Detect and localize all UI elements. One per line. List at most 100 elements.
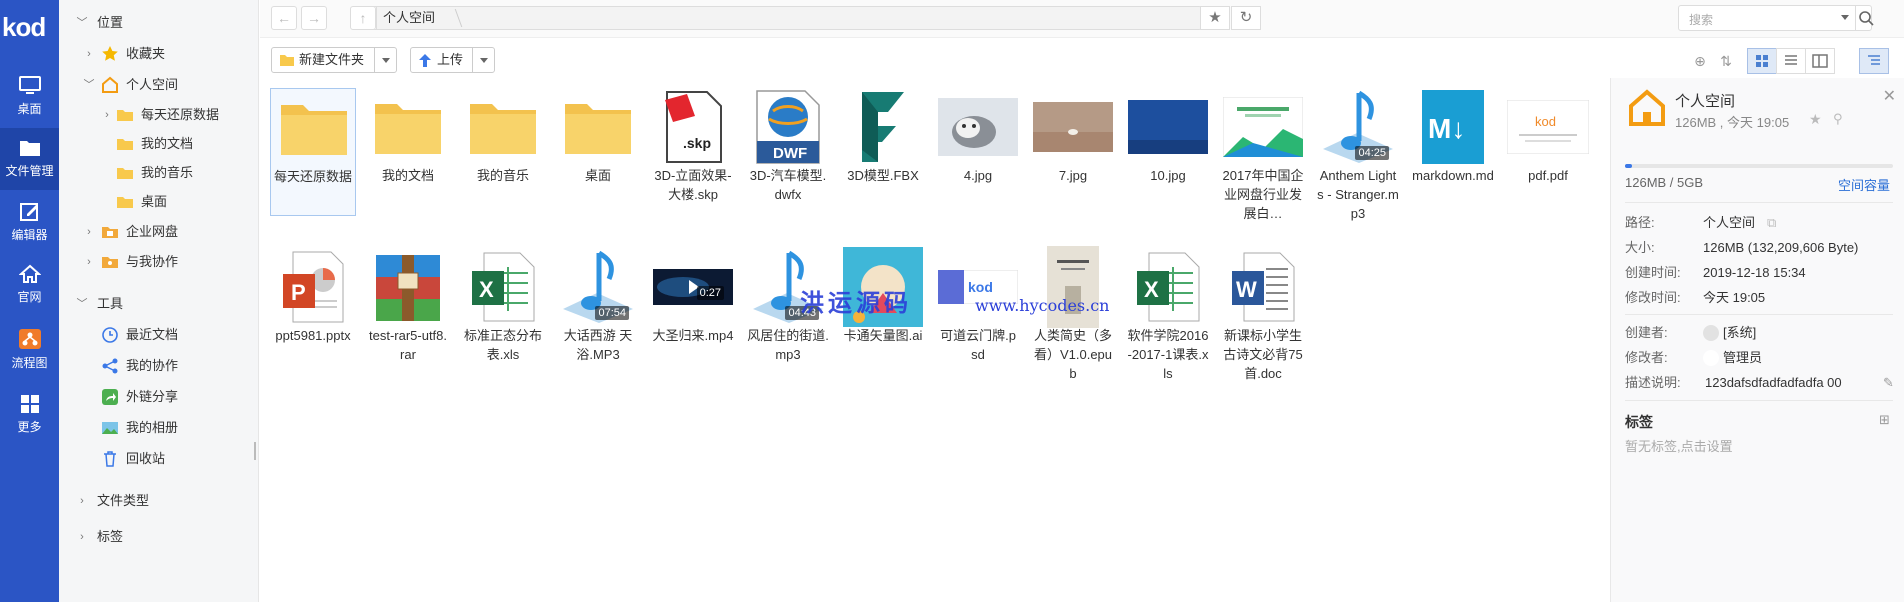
file-item[interactable]: 07:54 大话西游 天浴.MP3 (555, 248, 641, 364)
search-icon[interactable] (1855, 6, 1875, 30)
file-item[interactable]: 7.jpg (1030, 88, 1116, 185)
new-folder-button[interactable]: 新建文件夹 (271, 47, 397, 73)
home-icon (1629, 89, 1665, 126)
close-icon[interactable]: ✕ (1883, 86, 1896, 106)
file-item[interactable]: W 新课标小学生古诗文必背75首.doc (1220, 248, 1306, 383)
sketchup-file-icon: .skp (665, 91, 722, 163)
tree-item-favorites[interactable]: › 收藏夹 (59, 42, 259, 66)
list-view-button[interactable] (1776, 48, 1806, 74)
file-item[interactable]: P ppt5981.pptx (270, 248, 356, 345)
file-item[interactable]: 4.jpg (935, 88, 1021, 185)
tree-item-enterprise[interactable]: › 企业网盘 (59, 220, 259, 244)
sidebar-resize-handle[interactable] (254, 442, 256, 460)
file-item[interactable]: 10.jpg (1125, 88, 1211, 185)
tree-item-external-share[interactable]: 外链分享 (59, 385, 259, 409)
toggle-info-panel-button[interactable] (1859, 48, 1889, 74)
tree-item-my-music[interactable]: 我的音乐 (59, 161, 259, 185)
file-item[interactable]: X 标准正态分布表.xls (460, 248, 546, 364)
refresh-icon[interactable]: ↻ (1231, 6, 1261, 30)
file-name: 标准正态分布表.xls (463, 328, 542, 362)
zoom-icon[interactable]: ⊕ (1690, 51, 1710, 71)
sort-icon[interactable]: ⇅ (1716, 51, 1736, 71)
icon-view-button[interactable] (1747, 48, 1777, 74)
edit-icon[interactable]: ✎ (1883, 374, 1894, 392)
rail-item-file-manager[interactable]: 文件管理 (0, 128, 59, 190)
breadcrumb[interactable]: 个人空间 (352, 6, 1202, 30)
file-item[interactable]: 人类简史（多看）V1.0.epub (1030, 246, 1116, 383)
chevron-down-icon[interactable] (472, 48, 494, 72)
tree-item-recycle[interactable]: 回收站 (59, 447, 259, 471)
tree-label: 桌面 (141, 194, 168, 209)
file-item[interactable]: M↓ markdown.md (1410, 88, 1496, 185)
file-item[interactable]: DWF 3D-汽车模型.dwfx (745, 88, 831, 204)
tree-section-location[interactable]: ﹀ 位置 (59, 11, 259, 35)
list-view-icon (1785, 55, 1797, 65)
clock-icon (102, 327, 118, 343)
chevron-right-icon: › (87, 226, 91, 238)
file-item[interactable]: test-rar5-utf8.rar (365, 248, 451, 364)
file-name: pdf.pdf (1528, 168, 1568, 183)
back-button[interactable]: ← (271, 6, 297, 30)
avatar (1703, 325, 1719, 341)
tree-item-desktop[interactable]: 桌面 (59, 190, 259, 214)
tree-item-my-collab[interactable]: 我的协作 (59, 354, 259, 378)
tags-empty-hint[interactable]: 暂无标签,点击设置 (1625, 436, 1733, 455)
file-item[interactable]: 0:27 大圣归来.mp4 (650, 248, 736, 345)
file-item[interactable]: 每天还原数据 (270, 88, 356, 216)
duration-badge: 07:54 (595, 306, 629, 320)
tree-section-file-types[interactable]: › 文件类型 (59, 489, 259, 513)
tree-label: 工具 (97, 296, 124, 311)
svg-text:X: X (1144, 277, 1159, 302)
file-item[interactable]: 我的音乐 (460, 88, 546, 185)
file-item[interactable]: 04:25 Anthem Lights - Stranger.mp3 (1315, 88, 1401, 223)
tree-item-my-docs[interactable]: 我的文档 (59, 132, 259, 156)
pin-icon[interactable]: ⚲ (1833, 111, 1843, 127)
up-button[interactable]: ↑ (350, 6, 376, 30)
tree-item-collab[interactable]: › 与我协作 (59, 250, 259, 274)
file-item[interactable]: .skp 3D-立面效果-大楼.skp (650, 88, 736, 204)
tree-label: 与我协作 (126, 254, 179, 269)
star-icon[interactable]: ★ (1200, 6, 1230, 30)
rail-item-website[interactable]: 官网 (0, 254, 59, 316)
image-thumbnail (1128, 100, 1208, 154)
kv-value[interactable]: 123dafsdfadfadfadfa 00 (1705, 374, 1842, 392)
tree-section-tags[interactable]: › 标签 (59, 525, 259, 549)
chevron-down-icon[interactable] (1841, 15, 1849, 20)
search-box[interactable]: 搜索 (1678, 5, 1875, 31)
tree-section-tools[interactable]: ﹀ 工具 (59, 292, 259, 316)
kv-key: 创建时间: (1625, 265, 1681, 280)
tree-label: 回收站 (126, 451, 166, 466)
add-tag-icon[interactable]: ⊞ (1879, 412, 1890, 428)
file-name: 7.jpg (1058, 168, 1088, 183)
file-name: 大圣归来.mp4 (652, 328, 734, 343)
breadcrumb-item[interactable]: 个人空间 (383, 7, 435, 29)
rail-item-flowchart[interactable]: 流程图 (0, 318, 59, 380)
tree-item-album[interactable]: 我的相册 (59, 416, 259, 440)
copy-icon[interactable]: ⧉ (1767, 214, 1776, 232)
tree-item-personal[interactable]: ﹀ 个人空间 (59, 73, 259, 97)
file-name: Anthem Lights - Stranger.mp3 (1317, 168, 1399, 221)
forward-button[interactable]: → (301, 6, 327, 30)
file-item[interactable]: 我的文档 (365, 88, 451, 185)
chevron-down-icon[interactable] (374, 48, 396, 72)
upload-icon (419, 54, 431, 67)
rail-item-desktop[interactable]: 桌面 (0, 66, 59, 128)
file-name: 大话西游 天浴.MP3 (563, 328, 633, 362)
space-capacity-link[interactable]: 空间容量 (1838, 175, 1890, 194)
upload-button[interactable]: 上传 (410, 47, 495, 73)
file-item[interactable]: 3D模型.FBX (840, 88, 926, 185)
tree-item-daily-restore[interactable]: › 每天还原数据 (59, 103, 259, 127)
file-name: 10.jpg (1150, 168, 1186, 183)
svg-text:kod: kod (1535, 114, 1556, 129)
tree-item-recent[interactable]: 最近文档 (59, 323, 259, 347)
file-item[interactable]: 桌面 (555, 88, 641, 185)
avatar (1703, 350, 1719, 366)
rail-item-editor[interactable]: 编辑器 (0, 192, 59, 254)
file-item[interactable]: 2017年中国企业网盘行业发展白… (1220, 88, 1306, 223)
folder-icon (117, 168, 133, 179)
split-view-button[interactable] (1805, 48, 1835, 74)
star-icon[interactable]: ★ (1809, 111, 1822, 128)
file-item[interactable]: X 软件学院2016-2017-1课表.xls (1125, 248, 1211, 383)
file-item[interactable]: kod pdf.pdf (1505, 88, 1591, 185)
rail-item-more[interactable]: 更多 (0, 384, 59, 446)
